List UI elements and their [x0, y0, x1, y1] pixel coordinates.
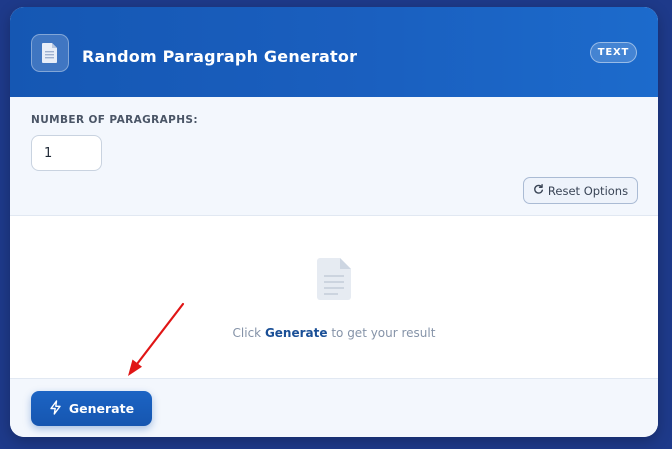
- category-badge: TEXT: [590, 42, 637, 63]
- paragraphs-count-input[interactable]: [31, 135, 102, 171]
- reset-options-label: Reset Options: [547, 183, 629, 198]
- reset-options-button[interactable]: Reset Options: [523, 177, 638, 204]
- document-icon: [315, 256, 355, 302]
- document-icon: [31, 34, 69, 72]
- result-area: Click Generate to get your result: [10, 216, 658, 378]
- hint-generate-link: Generate: [264, 326, 328, 340]
- page-title: Random Paragraph Generator: [82, 47, 358, 66]
- lightning-icon: [49, 399, 62, 418]
- hint-prefix: Click: [232, 326, 262, 340]
- card-header: Random Paragraph Generator TEXT: [10, 7, 658, 97]
- refresh-icon: [533, 183, 544, 198]
- hint-suffix: to get your result: [331, 326, 436, 340]
- options-panel: NUMBER OF PARAGRAPHS: Reset Options: [10, 97, 658, 216]
- paragraphs-label: NUMBER OF PARAGRAPHS:: [31, 114, 198, 126]
- generate-button[interactable]: Generate: [31, 391, 152, 426]
- generate-button-label: Generate: [68, 401, 135, 416]
- action-footer: Generate: [10, 378, 658, 437]
- generator-card: Random Paragraph Generator TEXT NUMBER O…: [10, 7, 658, 437]
- empty-result-hint: Click Generate to get your result: [10, 326, 658, 340]
